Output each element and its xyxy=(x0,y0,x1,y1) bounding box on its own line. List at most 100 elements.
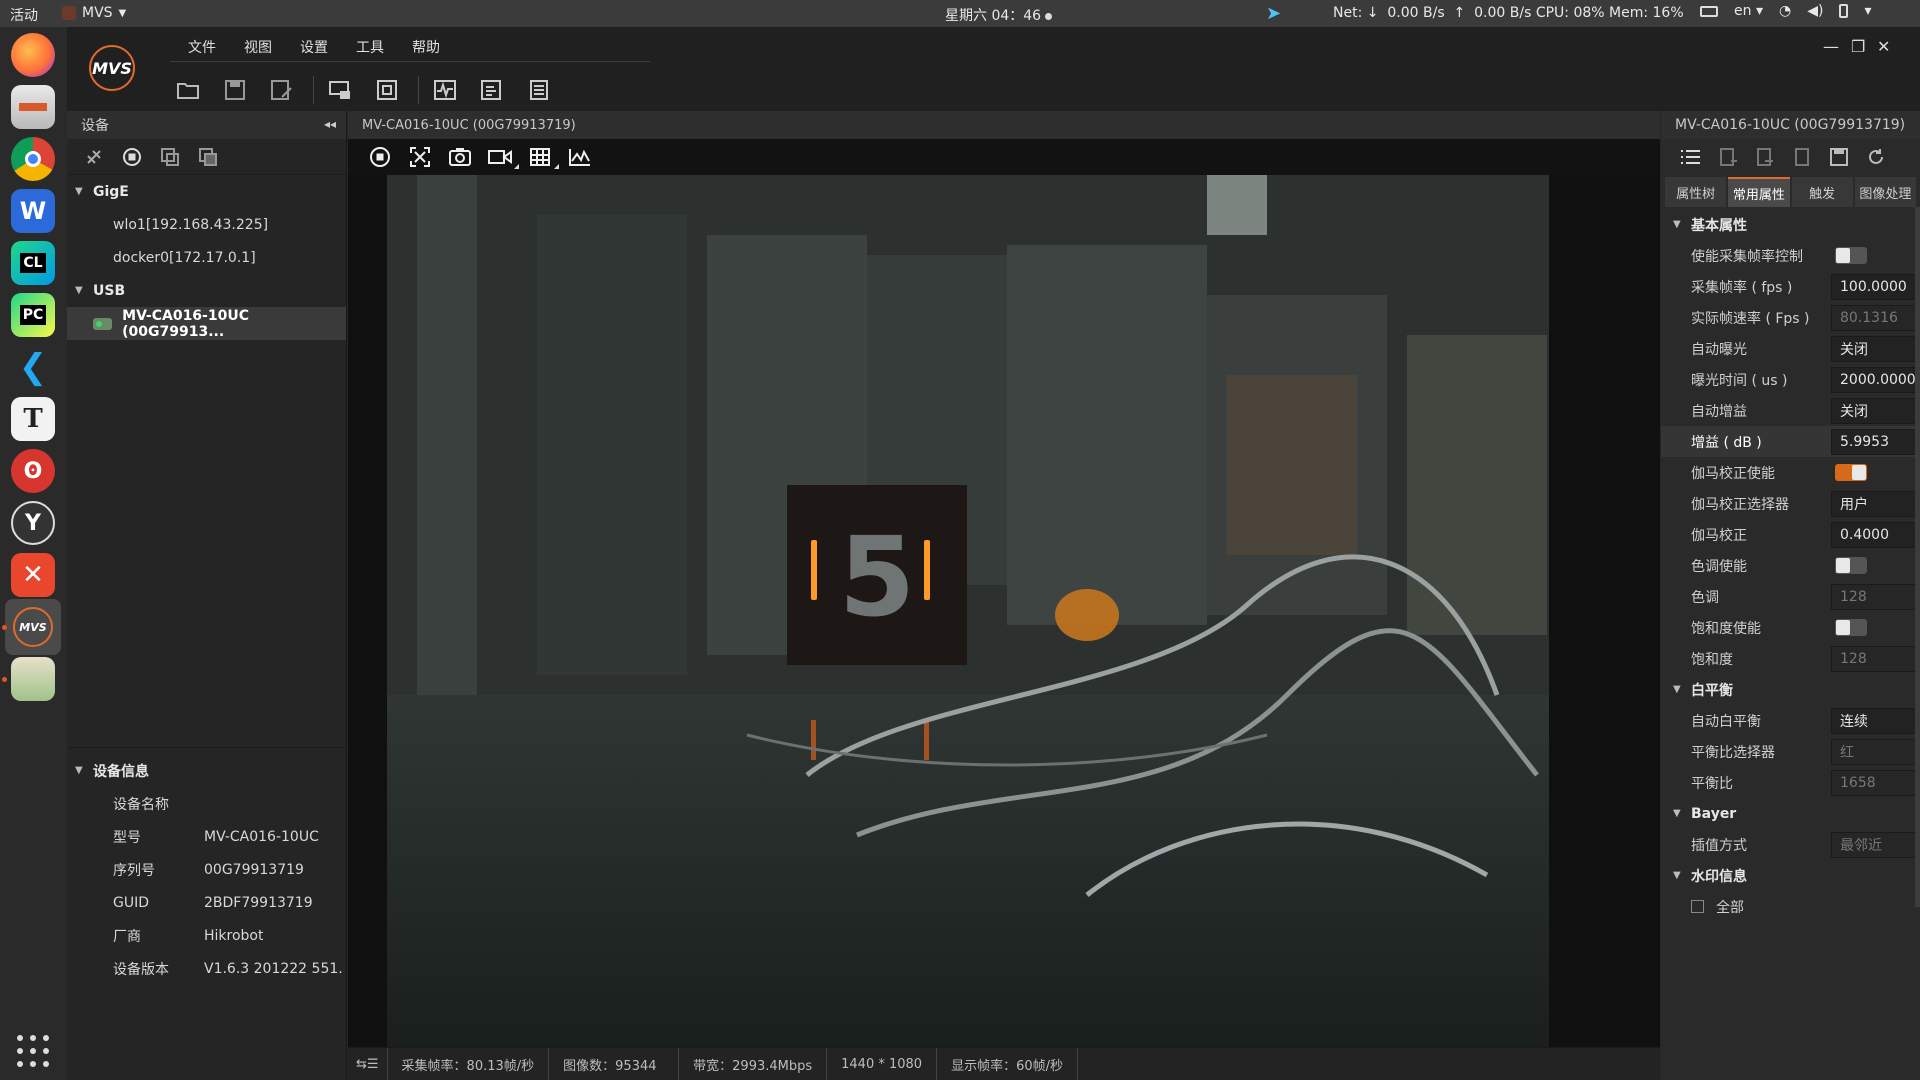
multi-window-icon[interactable] xyxy=(324,74,356,106)
section-basic[interactable]: ▼ 基本属性 xyxy=(1661,209,1920,240)
clock[interactable]: 星期六 04：46 xyxy=(945,5,1053,25)
properties-scrollbar[interactable] xyxy=(1915,207,1920,907)
framerate-field[interactable]: 100.0000 xyxy=(1831,273,1920,300)
open-folder-icon[interactable] xyxy=(172,74,204,106)
chrome-icon[interactable] xyxy=(11,137,55,181)
fullscreen-icon[interactable] xyxy=(371,74,403,106)
vscode-icon[interactable]: ❮ xyxy=(11,345,55,389)
minimize-button[interactable]: — xyxy=(1823,37,1839,56)
disconnect-icon[interactable] xyxy=(81,144,107,170)
prop-label: 饱和度使能 xyxy=(1691,620,1761,637)
auto-white-balance-select[interactable]: 连续 xyxy=(1831,707,1920,734)
system-tray[interactable]: en ▾ ◔ ◀) ▾ xyxy=(1700,3,1871,19)
save-params-icon[interactable] xyxy=(1827,145,1851,169)
viewer-status-bar: ⇆☰ 采集帧率：80.13帧/秒 图像数：95344 带宽：2993.4Mbps… xyxy=(348,1047,1660,1080)
add-device-icon[interactable] xyxy=(157,144,183,170)
toggle-knob xyxy=(1836,620,1850,635)
grid-overlay-icon[interactable] xyxy=(526,143,559,171)
menu-settings[interactable]: 设置 xyxy=(286,37,342,57)
telegram-icon[interactable]: ➤ xyxy=(1266,3,1281,24)
tab-property-tree[interactable]: 属性树 xyxy=(1665,177,1727,207)
section-white-balance[interactable]: ▼ 白平衡 xyxy=(1661,674,1920,705)
properties-panel: MV-CA016-10UC (00G79913719) 属性树 常用属性 触发 … xyxy=(1661,111,1920,1080)
log-icon[interactable] xyxy=(476,74,508,106)
gamma-selector-select[interactable]: 用户 xyxy=(1831,490,1920,517)
mvs-dock-icon[interactable]: MVS xyxy=(5,599,61,655)
record-video-icon[interactable] xyxy=(486,143,519,171)
watermark-all-checkbox[interactable] xyxy=(1691,900,1704,913)
system-menu-chevron-icon[interactable]: ▾ xyxy=(1864,3,1871,19)
tree-item-usb-camera[interactable]: MV-CA016-10UC (00G79913... xyxy=(67,307,346,340)
prop-gain: 增益 ( dB ) 5.9953 xyxy=(1661,426,1920,457)
tab-image-processing[interactable]: 图像处理 xyxy=(1854,177,1916,207)
document-icon[interactable] xyxy=(523,74,555,106)
list-view-icon[interactable] xyxy=(1679,145,1703,169)
close-button[interactable]: ✕ xyxy=(1877,37,1890,56)
gamma-field[interactable]: 0.4000 xyxy=(1831,521,1920,548)
tree-item-docker0[interactable]: docker0[172.17.0.1] xyxy=(67,241,346,274)
gamma-enable-toggle[interactable] xyxy=(1835,464,1867,481)
battery-icon[interactable] xyxy=(1839,4,1849,18)
image-viewer-icon[interactable] xyxy=(11,657,55,701)
tab-common-properties[interactable]: 常用属性 xyxy=(1728,177,1790,207)
xmind-icon[interactable]: ✕ xyxy=(11,553,55,597)
auto-gain-select[interactable]: 关闭 xyxy=(1831,397,1920,424)
tree-group-usb[interactable]: ▼ USB xyxy=(67,274,346,307)
section-bayer[interactable]: ▼ Bayer xyxy=(1661,798,1920,829)
device-panel: 设备 ◂◂ ▼ GigE wlo1[192.168.43.225] docker0… xyxy=(67,111,347,1080)
menu-file[interactable]: 文件 xyxy=(174,37,230,57)
app-icon-y[interactable]: Y xyxy=(11,501,55,545)
gain-field[interactable]: 5.9953 xyxy=(1831,428,1920,455)
save-icon[interactable] xyxy=(219,74,251,106)
firefox-icon[interactable] xyxy=(11,33,55,77)
collapse-panel-icon[interactable]: ◂◂ xyxy=(324,117,336,131)
auto-exposure-select[interactable]: 关闭 xyxy=(1831,335,1920,362)
framerate-enable-toggle[interactable] xyxy=(1835,247,1867,264)
tree-group-gige[interactable]: ▼ GigE xyxy=(67,175,346,208)
waveform-icon[interactable] xyxy=(429,74,461,106)
section-watermark[interactable]: ▼ 水印信息 xyxy=(1661,860,1920,891)
netease-music-icon[interactable]: ʘ xyxy=(11,449,55,493)
maximize-button[interactable]: ❐ xyxy=(1851,37,1865,56)
device-info-header[interactable]: ▼ 设备信息 xyxy=(67,754,347,787)
tree-item-wlo1[interactable]: wlo1[192.168.43.225] xyxy=(67,208,346,241)
menu-tools[interactable]: 工具 xyxy=(342,37,398,57)
hue-enable-toggle[interactable] xyxy=(1835,557,1867,574)
status-toggle-icon[interactable]: ⇆☰ xyxy=(348,1047,388,1080)
wps-writer-icon[interactable]: W xyxy=(11,189,55,233)
saturation-enable-toggle[interactable] xyxy=(1835,619,1867,636)
fit-window-icon[interactable] xyxy=(406,143,434,171)
exposure-time-field[interactable]: 2000.0000 xyxy=(1831,366,1920,393)
remove-device-icon[interactable] xyxy=(195,144,221,170)
stop-acquisition-icon[interactable] xyxy=(119,144,145,170)
pycharm-icon[interactable]: PC xyxy=(11,293,55,337)
info-key: 厂商 xyxy=(113,928,141,945)
language-indicator[interactable]: en ▾ xyxy=(1734,3,1763,19)
snapshot-camera-icon[interactable] xyxy=(446,143,474,171)
histogram-icon[interactable] xyxy=(566,143,594,171)
menu-view[interactable]: 视图 xyxy=(230,37,286,57)
status-image-count: 图像数：95344 xyxy=(549,1047,680,1080)
prop-label: 采集帧率 ( fps ) xyxy=(1691,279,1793,296)
net-monitor[interactable]: Net: ↓ 0.00 B/s ↑ 0.00 B/s CPU: 08% Mem:… xyxy=(1333,5,1684,21)
show-applications-icon[interactable] xyxy=(17,1035,49,1067)
volume-icon[interactable]: ◀) xyxy=(1807,3,1823,19)
file-manager-icon[interactable] xyxy=(11,85,55,129)
tab-trigger[interactable]: 触发 xyxy=(1791,177,1853,207)
camera-live-image[interactable]: 5 xyxy=(387,175,1549,1047)
app-menu[interactable]: MVS ▼ xyxy=(62,5,126,21)
keyboard-icon[interactable] xyxy=(1700,5,1718,17)
activities-button[interactable]: 活动 xyxy=(10,5,38,25)
hue-spinbox: 128 xyxy=(1831,583,1920,610)
stop-grab-icon[interactable] xyxy=(366,143,394,171)
refresh-icon[interactable] xyxy=(1864,145,1888,169)
file-icon[interactable] xyxy=(1790,145,1814,169)
clion-icon[interactable]: CL xyxy=(11,241,55,285)
export-config-icon[interactable] xyxy=(1753,145,1777,169)
menu-help[interactable]: 帮助 xyxy=(398,37,454,57)
save-as-icon[interactable] xyxy=(266,74,298,106)
typora-icon[interactable]: T xyxy=(11,397,55,441)
image-display-area[interactable]: 5 xyxy=(348,175,1660,1047)
wifi-icon[interactable]: ◔ xyxy=(1779,3,1791,19)
import-config-icon[interactable] xyxy=(1716,145,1740,169)
